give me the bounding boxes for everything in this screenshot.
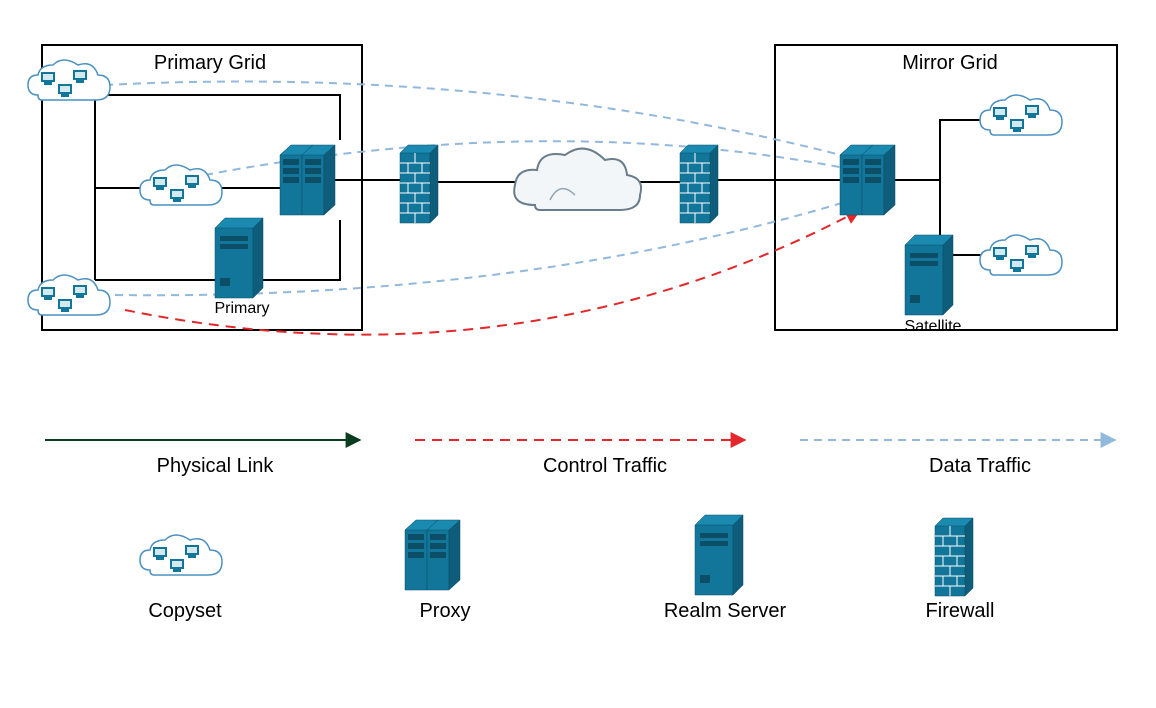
legend-realm-icon bbox=[695, 515, 743, 595]
legend-proxy-label: Proxy bbox=[395, 600, 495, 623]
firewall-icon bbox=[680, 145, 718, 223]
firewall-icon bbox=[400, 145, 438, 223]
satellite-server-label: Satellite bbox=[893, 318, 973, 336]
network-diagram: Primary Grid Mirror Grid Primary Satelli… bbox=[0, 0, 1156, 703]
primary-server-label: Primary bbox=[202, 300, 282, 318]
mirror-grid-title: Mirror Grid bbox=[870, 52, 1030, 75]
legend-proxy-icon bbox=[405, 520, 460, 590]
copyset-icon bbox=[28, 60, 110, 100]
realm-server-icon bbox=[215, 218, 263, 298]
legend-firewall-icon bbox=[935, 518, 973, 596]
primary-grid-title: Primary Grid bbox=[130, 52, 290, 75]
realm-server-icon bbox=[905, 235, 953, 315]
cloud-icon bbox=[514, 149, 641, 210]
legend-realm-label: Realm Server bbox=[645, 600, 805, 623]
legend-physical-link-label: Physical Link bbox=[115, 455, 315, 478]
legend-copyset-icon bbox=[140, 535, 222, 575]
legend-firewall-label: Firewall bbox=[910, 600, 1010, 623]
proxy-icon bbox=[840, 145, 895, 215]
copyset-icon bbox=[140, 165, 222, 205]
legend-control-traffic-label: Control Traffic bbox=[505, 455, 705, 478]
copyset-icon bbox=[980, 235, 1062, 275]
legend-copyset-label: Copyset bbox=[125, 600, 245, 623]
legend-data-traffic-label: Data Traffic bbox=[880, 455, 1080, 478]
copyset-icon bbox=[980, 95, 1062, 135]
proxy-icon bbox=[280, 145, 335, 215]
